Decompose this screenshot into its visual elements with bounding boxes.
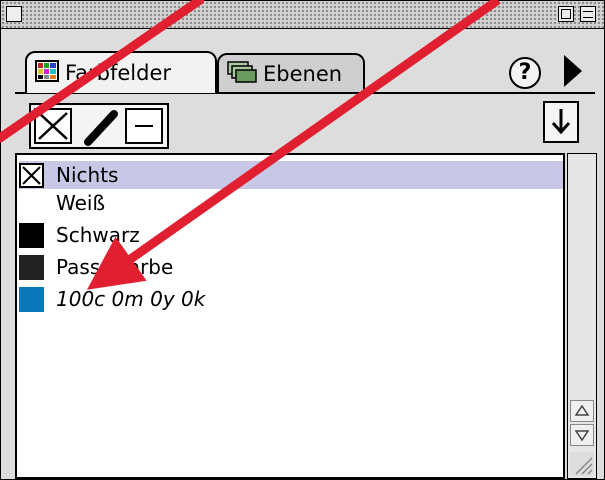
list-item[interactable]: Nichts — [19, 161, 563, 189]
collapse-box-icon[interactable] — [580, 6, 596, 22]
help-button[interactable]: ? — [509, 57, 541, 89]
list-item[interactable]: Weiß — [19, 189, 563, 217]
new-swatch-icon[interactable] — [543, 101, 579, 143]
color-chip — [19, 286, 44, 312]
palette-menu-arrow-icon[interactable] — [564, 55, 582, 87]
close-box-icon[interactable] — [6, 6, 22, 22]
layers-icon — [227, 61, 257, 87]
color-chip — [19, 190, 44, 216]
scroll-up-icon[interactable] — [570, 400, 594, 422]
swatches-palette-window: Farbfelder Ebenen ? Nichts Weiß Schwarz … — [0, 0, 605, 480]
list-item[interactable]: 100c 0m 0y 0k — [19, 285, 563, 313]
fill-box-icon[interactable] — [125, 108, 163, 144]
scroll-down-icon[interactable] — [570, 424, 594, 446]
none-swatch-icon — [19, 162, 44, 188]
fill-stroke-toolbar — [29, 103, 169, 149]
none-swatch-icon[interactable] — [34, 108, 72, 144]
swatch-name: 100c 0m 0y 0k — [56, 287, 206, 311]
stroke-pen-icon[interactable] — [80, 108, 118, 146]
vertical-scrollbar[interactable] — [567, 153, 597, 479]
tab-label: Farbfelder — [65, 61, 172, 85]
swatch-grid-icon — [35, 60, 59, 86]
color-chip — [19, 254, 44, 280]
zoom-box-icon[interactable] — [558, 6, 574, 22]
swatch-name: Passerfarbe — [56, 255, 174, 279]
resize-grip-icon[interactable] — [570, 452, 594, 476]
swatch-name: Nichts — [56, 163, 119, 187]
swatch-name: Schwarz — [56, 223, 140, 247]
list-item[interactable]: Passerfarbe — [19, 253, 563, 281]
color-chip — [19, 222, 44, 248]
list-item[interactable]: Schwarz — [19, 221, 563, 249]
tab-label: Ebenen — [263, 62, 343, 86]
tab-ebenen[interactable]: Ebenen — [217, 53, 365, 93]
swatch-list[interactable]: Nichts Weiß Schwarz Passerfarbe 100c 0m … — [15, 153, 565, 479]
swatch-name: Weiß — [56, 191, 106, 215]
title-bar[interactable] — [1, 1, 604, 29]
tab-farbfelder[interactable]: Farbfelder — [25, 51, 217, 93]
